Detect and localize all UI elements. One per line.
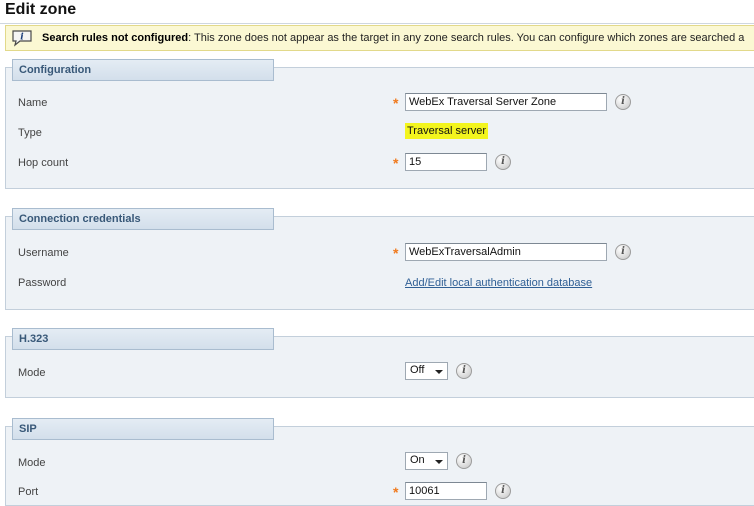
h323-mode-label: Mode bbox=[18, 367, 46, 379]
info-speech-bubble-icon: i bbox=[12, 30, 32, 47]
username-info-icon[interactable]: i bbox=[615, 244, 631, 260]
password-label: Password bbox=[18, 277, 67, 289]
svg-text:i: i bbox=[20, 33, 24, 43]
h323-section: H.323 Mode Off i bbox=[5, 328, 754, 398]
section-header-configuration: Configuration bbox=[12, 59, 274, 81]
section-header-connection-credentials: Connection credentials bbox=[12, 208, 274, 230]
sip-mode-label: Mode bbox=[18, 457, 46, 469]
title-divider bbox=[0, 23, 754, 24]
type-value-highlight: Traversal server bbox=[405, 123, 489, 139]
username-label: Username bbox=[18, 247, 69, 259]
configuration-section: Configuration Name * i Type Traversal se… bbox=[5, 59, 754, 189]
chevron-down-icon bbox=[435, 460, 443, 464]
username-input[interactable] bbox=[405, 243, 607, 261]
required-marker: * bbox=[393, 245, 399, 261]
required-marker: * bbox=[393, 484, 399, 500]
warning-title: Search rules not configured bbox=[42, 32, 189, 44]
page-title: Edit zone bbox=[5, 1, 77, 18]
hop-count-label: Hop count bbox=[18, 157, 69, 169]
type-value: Traversal server bbox=[405, 123, 489, 139]
hop-count-info-icon[interactable]: i bbox=[495, 154, 511, 170]
name-input[interactable] bbox=[405, 93, 607, 111]
connection-credentials-section: Connection credentials Username * i Pass… bbox=[5, 208, 754, 310]
warning-text: Search rules not configured: This zone d… bbox=[42, 32, 744, 44]
sip-port-label: Port bbox=[18, 486, 39, 498]
sip-port-info-icon[interactable]: i bbox=[495, 483, 511, 499]
hop-count-input[interactable] bbox=[405, 153, 487, 171]
sip-port-input[interactable] bbox=[405, 482, 487, 500]
sip-section: SIP Mode On i Port * i bbox=[5, 418, 754, 506]
h323-mode-select[interactable]: Off bbox=[405, 362, 448, 380]
name-label: Name bbox=[18, 97, 48, 109]
sip-mode-value: On bbox=[410, 454, 425, 466]
type-label: Type bbox=[18, 127, 42, 139]
required-marker: * bbox=[393, 95, 399, 111]
sip-mode-select[interactable]: On bbox=[405, 452, 448, 470]
section-header-h323: H.323 bbox=[12, 328, 274, 350]
warning-message: : This zone does not appear as the targe… bbox=[188, 32, 745, 44]
name-info-icon[interactable]: i bbox=[615, 94, 631, 110]
h323-mode-info-icon[interactable]: i bbox=[456, 363, 472, 379]
h323-mode-value: Off bbox=[410, 364, 425, 376]
edit-auth-database-link[interactable]: Add/Edit local authentication database bbox=[405, 277, 592, 289]
warning-banner: i Search rules not configured: This zone… bbox=[5, 25, 754, 51]
sip-mode-info-icon[interactable]: i bbox=[456, 453, 472, 469]
section-header-sip: SIP bbox=[12, 418, 274, 440]
chevron-down-icon bbox=[435, 370, 443, 374]
required-marker: * bbox=[393, 155, 399, 171]
